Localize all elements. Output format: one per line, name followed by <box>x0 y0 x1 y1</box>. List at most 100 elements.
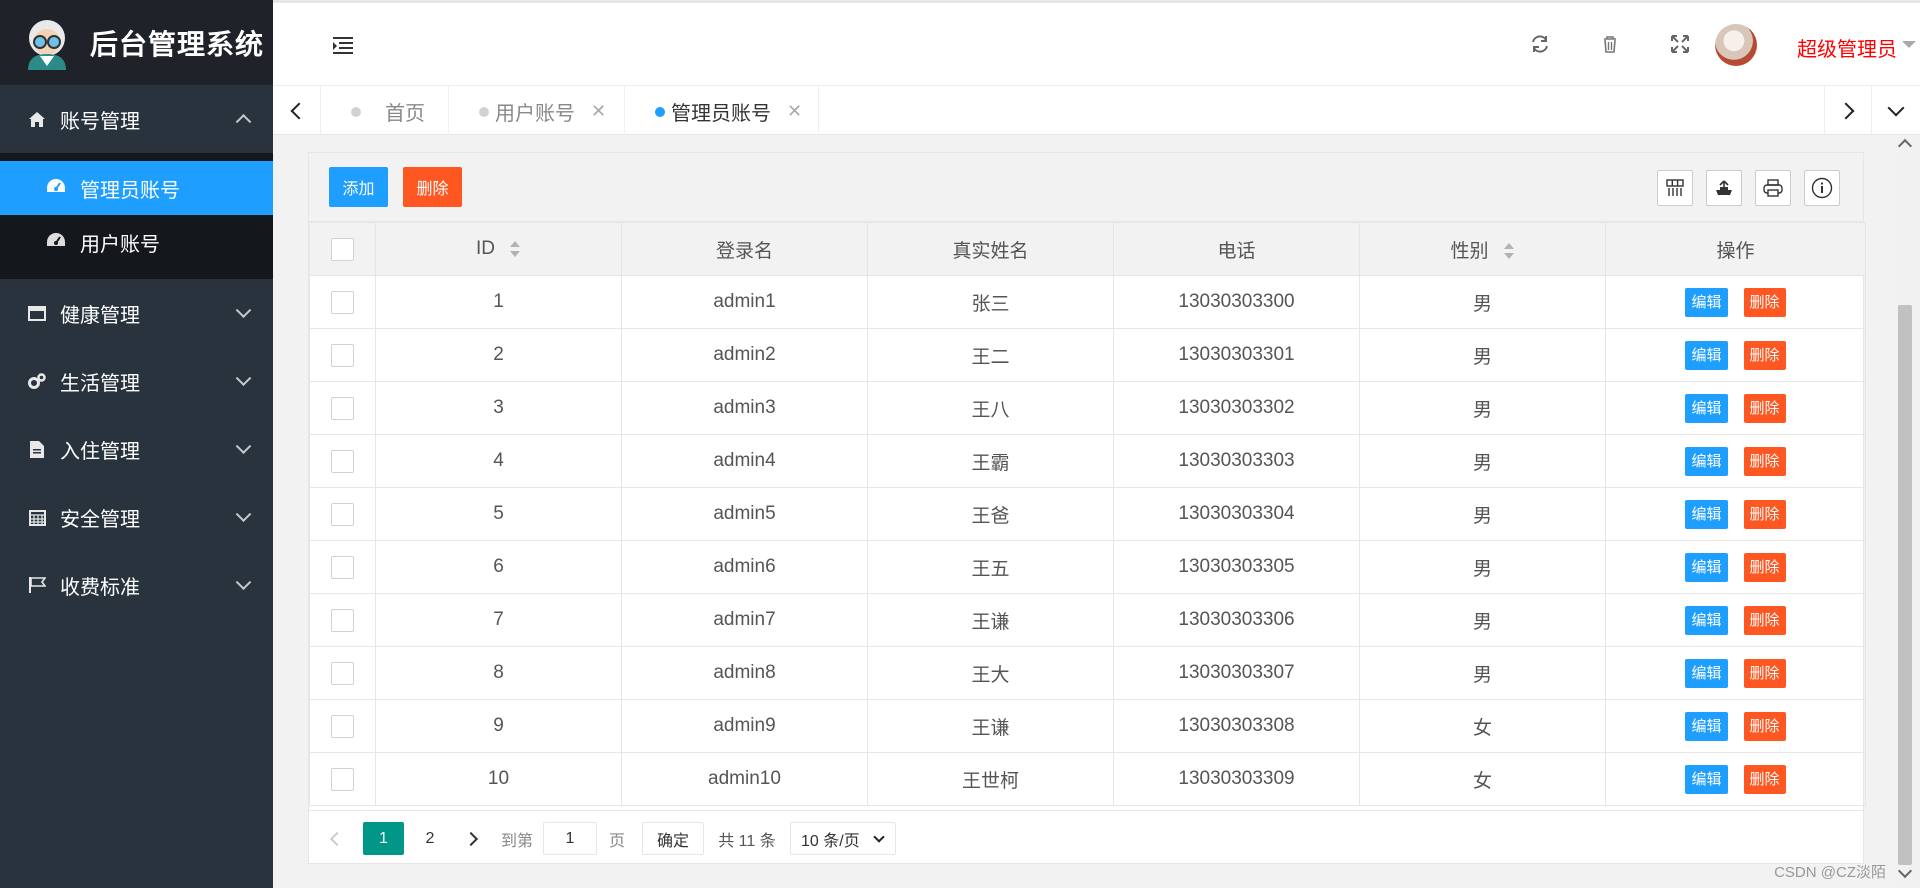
tab-menu-dropdown[interactable] <box>1872 86 1920 136</box>
tab-admin-account[interactable]: 管理员账号 ✕ <box>625 86 819 136</box>
cell-phone: 13030303300 <box>1113 275 1360 329</box>
column-header-gender[interactable]: 性别 <box>1359 222 1606 276</box>
page-scrollbar[interactable] <box>1890 135 1920 888</box>
sidebar-item-health[interactable]: 健康管理 <box>0 279 273 347</box>
sidebar-item-label: 收费标准 <box>60 576 140 599</box>
cell-login: admin4 <box>621 434 868 488</box>
row-checkbox[interactable] <box>331 767 354 791</box>
row-delete-button[interactable]: 删除 <box>1743 393 1786 423</box>
refresh-icon[interactable] <box>1529 33 1551 55</box>
row-delete-button[interactable]: 删除 <box>1743 446 1786 476</box>
page-1-button[interactable]: 1 <box>363 822 404 855</box>
page-size-select[interactable]: 10 条/页 <box>790 822 896 855</box>
cell-actions: 编辑 删除 <box>1605 646 1866 700</box>
row-delete-button[interactable]: 删除 <box>1743 552 1786 582</box>
scrollbar-thumb[interactable] <box>1898 305 1912 865</box>
sort-icon[interactable] <box>509 240 521 258</box>
trash-icon[interactable] <box>1599 33 1621 55</box>
cell-phone: 13030303304 <box>1113 487 1360 541</box>
edit-button[interactable]: 编辑 <box>1685 340 1728 370</box>
add-button[interactable]: 添加 <box>329 167 388 207</box>
row-select-cell <box>309 540 376 594</box>
sidebar-item-life[interactable]: 生活管理 <box>0 347 273 415</box>
cell-actions: 编辑 删除 <box>1605 328 1866 382</box>
close-icon[interactable]: ✕ <box>591 101 606 122</box>
tab-label: 管理员账号 <box>671 102 771 125</box>
user-avatar[interactable] <box>1715 24 1757 66</box>
caret-down-icon[interactable] <box>1902 41 1916 48</box>
delete-button[interactable]: 删除 <box>403 167 462 207</box>
scroll-down-icon[interactable] <box>1897 863 1913 879</box>
select-all-checkbox[interactable] <box>331 237 354 261</box>
sidebar-subitem-label: 管理员账号 <box>80 179 180 202</box>
goto-confirm-button[interactable]: 确定 <box>642 822 704 855</box>
row-checkbox[interactable] <box>331 343 354 367</box>
sidebar-item-admin-account[interactable]: 管理员账号 <box>0 161 273 215</box>
row-delete-button[interactable]: 删除 <box>1743 499 1786 529</box>
cell-actions: 编辑 删除 <box>1605 487 1866 541</box>
sidebar-item-user-account[interactable]: 用户账号 <box>0 215 273 269</box>
row-select-cell <box>309 275 376 329</box>
edit-button[interactable]: 编辑 <box>1685 446 1728 476</box>
row-delete-button[interactable]: 删除 <box>1743 340 1786 370</box>
chevron-down-icon <box>873 831 885 843</box>
row-checkbox[interactable] <box>331 661 354 685</box>
row-checkbox[interactable] <box>331 608 354 632</box>
table-row: 4 admin4 王霸 13030303303 男编辑 删除 <box>309 434 1866 488</box>
cell-gender: 男 <box>1359 275 1606 329</box>
row-select-cell <box>309 381 376 435</box>
user-name[interactable]: 超级管理员 <box>1797 33 1897 62</box>
chevron-right-icon <box>1837 102 1855 120</box>
row-checkbox[interactable] <box>331 396 354 420</box>
row-delete-button[interactable]: 删除 <box>1743 287 1786 317</box>
column-header-id[interactable]: ID <box>375 222 622 276</box>
row-delete-button[interactable]: 删除 <box>1743 605 1786 635</box>
row-checkbox[interactable] <box>331 502 354 526</box>
sidebar-item-checkin[interactable]: 入住管理 <box>0 415 273 483</box>
cell-gender: 女 <box>1359 752 1606 806</box>
cell-realname: 王爸 <box>867 487 1114 541</box>
select-all-cell <box>309 222 376 276</box>
edit-button[interactable]: 编辑 <box>1685 552 1728 582</box>
edit-button[interactable]: 编辑 <box>1685 287 1728 317</box>
sort-icon[interactable] <box>1503 242 1515 260</box>
row-checkbox[interactable] <box>331 290 354 314</box>
print-icon[interactable] <box>1755 170 1791 206</box>
row-delete-button[interactable]: 删除 <box>1743 711 1786 741</box>
chevron-left-icon <box>290 102 307 120</box>
columns-filter-icon[interactable] <box>1657 170 1693 206</box>
cell-realname: 王谦 <box>867 699 1114 753</box>
sidebar-item-fees[interactable]: 收费标准 <box>0 551 273 619</box>
row-delete-button[interactable]: 删除 <box>1743 764 1786 794</box>
tab-user-account[interactable]: 用户账号 ✕ <box>449 86 625 136</box>
tab-home[interactable]: 首页 <box>321 86 449 136</box>
tab-scroll-right-button[interactable] <box>1824 86 1872 136</box>
edit-button[interactable]: 编辑 <box>1685 711 1728 741</box>
cell-phone: 13030303307 <box>1113 646 1360 700</box>
cell-gender: 男 <box>1359 487 1606 541</box>
export-icon[interactable] <box>1706 170 1742 206</box>
row-checkbox[interactable] <box>331 714 354 738</box>
edit-button[interactable]: 编辑 <box>1685 393 1728 423</box>
info-icon[interactable] <box>1804 170 1840 206</box>
close-icon[interactable]: ✕ <box>787 101 802 122</box>
edit-button[interactable]: 编辑 <box>1685 658 1728 688</box>
sidebar-item-security[interactable]: 安全管理 <box>0 483 273 551</box>
scroll-up-icon[interactable] <box>1897 138 1913 154</box>
prev-page-button[interactable] <box>323 822 351 855</box>
next-page-button[interactable] <box>455 822 487 855</box>
edit-button[interactable]: 编辑 <box>1685 764 1728 794</box>
column-header-actions: 操作 <box>1605 222 1866 276</box>
goto-page-input[interactable]: 1 <box>543 822 597 855</box>
row-checkbox[interactable] <box>331 449 354 473</box>
cell-realname: 王大 <box>867 646 1114 700</box>
row-checkbox[interactable] <box>331 555 354 579</box>
page-2-button[interactable]: 2 <box>410 822 450 855</box>
tab-scroll-left-button[interactable] <box>273 86 321 136</box>
menu-toggle-icon[interactable] <box>333 37 353 54</box>
edit-button[interactable]: 编辑 <box>1685 499 1728 529</box>
sidebar-item-account[interactable]: 账号管理 <box>0 85 273 153</box>
fullscreen-icon[interactable] <box>1669 33 1691 55</box>
edit-button[interactable]: 编辑 <box>1685 605 1728 635</box>
row-delete-button[interactable]: 删除 <box>1743 658 1786 688</box>
